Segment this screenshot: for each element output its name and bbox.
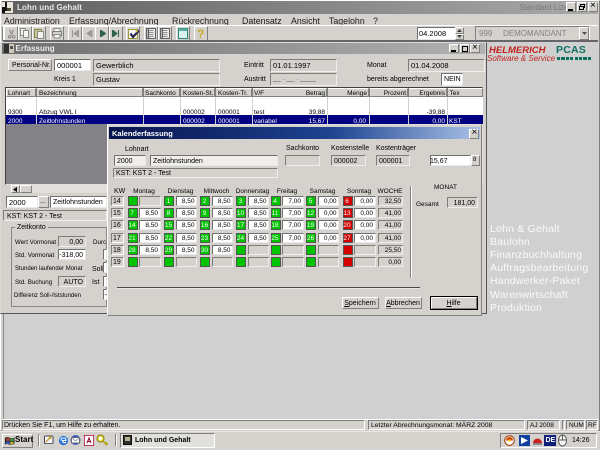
svg-text:?: ? <box>197 27 204 40</box>
